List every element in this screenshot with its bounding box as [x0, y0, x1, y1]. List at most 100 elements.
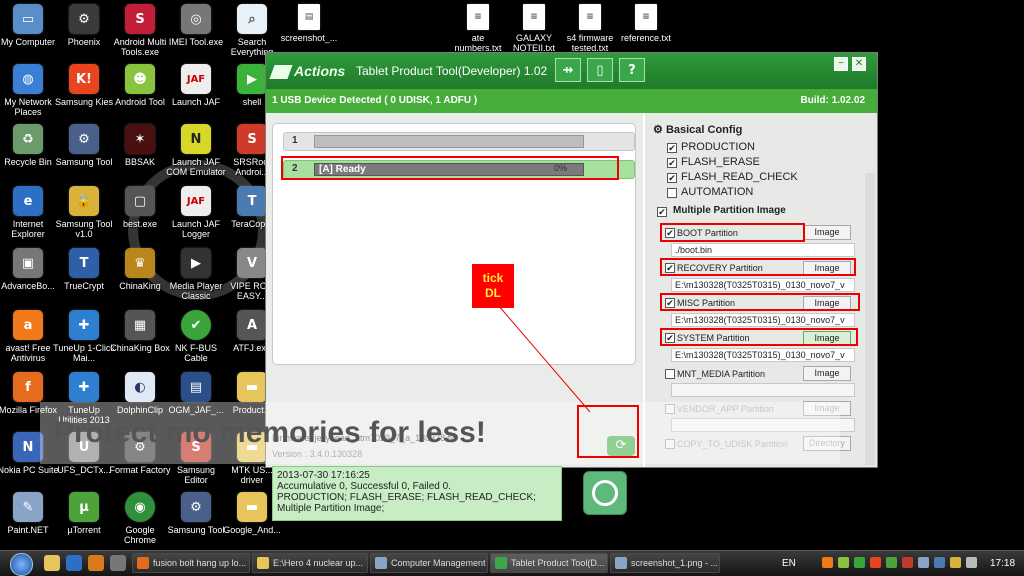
taskbar-item-computer-management[interactable]: Computer Management	[370, 553, 488, 573]
desktop-icon-samsung-tool-v1[interactable]: 🔒 Samsung Tool v1.0	[53, 186, 115, 239]
desktop-icon-media-player-classic[interactable]: ▶ Media Player Classic	[165, 248, 227, 301]
media-player-icon: ▶	[181, 248, 211, 278]
desktop-icon-utorrent[interactable]: µ µTorrent	[53, 492, 115, 535]
desktop-icon-jaf-com-emulator[interactable]: N Launch JAF COM Emulator	[165, 124, 227, 177]
desktop-file-screenshot[interactable]: ▤ screenshot_...	[278, 4, 340, 43]
desktop-icon-launch-jaf[interactable]: JAF Launch JAF	[165, 64, 227, 107]
lock-icon: 🔒	[69, 186, 99, 216]
minimize-button[interactable]: −	[834, 57, 848, 71]
multi-partition-checkbox[interactable]: ✔	[657, 207, 667, 217]
desktop-icon-my-network-places[interactable]: ◍ My Network Places	[0, 64, 59, 117]
chinaking-box-icon: ▦	[125, 310, 155, 340]
production-label: PRODUCTION	[681, 141, 755, 153]
usb-button[interactable]: ⇸	[555, 58, 581, 82]
window-titlebar[interactable]: Actions Tablet Product Tool(Developer) 1…	[266, 53, 877, 89]
internet-explorer-icon[interactable]	[66, 555, 82, 571]
taskbar-item-firefox[interactable]: fusion bolt hang up lo...	[132, 553, 250, 573]
boot-path-field[interactable]: ./boot.bin	[671, 243, 855, 257]
chinaking-icon: ♛	[125, 248, 155, 278]
desktop-icon-tuneup-1click[interactable]: ✚ TuneUp 1-Click Mai...	[53, 310, 115, 363]
desktop-file-reference[interactable]: ≡ reference.txt	[615, 4, 677, 43]
tray-icon-generic[interactable]	[902, 557, 913, 568]
tray-icon-utorrent[interactable]	[886, 557, 897, 568]
automation-checkbox[interactable]	[667, 188, 677, 198]
desktop-icon-chinaking[interactable]: ♛ ChinaKing	[109, 248, 171, 291]
taskbar-item-screenshot[interactable]: screenshot_1.png - ...	[610, 553, 720, 573]
taskbar-item-explorer[interactable]: E:\Hero 4 nuclear up...	[252, 553, 368, 573]
desktop-icon-samsung-tool[interactable]: ⚙ Samsung Tool	[53, 124, 115, 167]
desktop-icon-paint-net[interactable]: ✎ Paint.NET	[0, 492, 59, 535]
tray-icon-avast[interactable]	[822, 557, 833, 568]
vipe-icon: V	[237, 248, 267, 278]
recovery-path-field[interactable]: E:\m130328(T0325T0315)_0130_novo7_v	[671, 278, 855, 292]
desktop-icon-imei-tool[interactable]: ◎ IMEI Tool.exe	[165, 4, 227, 47]
avast-icon: a	[13, 310, 43, 340]
system-path-field[interactable]: E:\m130328(T0325T0315)_0130_novo7_v	[671, 348, 855, 362]
desktop-file-ate-numbers[interactable]: ≡ ate numbers.txt	[447, 4, 509, 53]
chrome-icon: ◉	[125, 492, 155, 522]
desktop-icon-nk-fbus[interactable]: ✔ NK F-BUS Cable	[165, 310, 227, 363]
tray-icon-android[interactable]	[838, 557, 849, 568]
desktop-icon-search-everything[interactable]: ⌕ Search Everything	[221, 4, 283, 57]
windows-explorer-icon[interactable]	[44, 555, 60, 571]
desktop-icon-avast[interactable]: a avast! Free Antivirus	[0, 310, 59, 363]
tray-icon-shield[interactable]	[854, 557, 865, 568]
document-button[interactable]: ▯	[587, 58, 613, 82]
mnt-media-image-button[interactable]: Image	[803, 366, 851, 381]
desktop-icon-samsung-kies[interactable]: K! Samsung Kies	[53, 64, 115, 107]
desktop-icon-jaf-logger[interactable]: JAF Launch JAF Logger	[165, 186, 227, 239]
computer-icon: ▭	[13, 4, 43, 34]
media-player-icon[interactable]	[88, 555, 104, 571]
mnt-media-partition-checkbox[interactable]	[665, 369, 675, 379]
boot-image-button[interactable]: Image	[803, 225, 851, 240]
tray-icon-usb[interactable]	[934, 557, 945, 568]
language-indicator[interactable]: EN	[782, 558, 796, 569]
desktop-icon-recycle-bin[interactable]: ♻ Recycle Bin	[0, 124, 59, 167]
flash-read-check-checkbox[interactable]: ✔	[667, 173, 677, 183]
tray-icon-flag[interactable]	[950, 557, 961, 568]
config-scrollbar[interactable]	[865, 173, 875, 465]
misc-path-field[interactable]: E:\m130328(T0325T0315)_0130_novo7_v	[671, 313, 855, 327]
desktop-icon-google-chrome[interactable]: ◉ Google Chrome	[109, 492, 171, 545]
desktop-icon-samsung-tool-2[interactable]: ⚙ Samsung Tool	[165, 492, 227, 535]
nokia-icon: N	[13, 432, 43, 462]
desktop-icon-best-exe[interactable]: ▢ best.exe	[109, 186, 171, 229]
computer-management-icon	[375, 557, 387, 569]
tray-icon-network[interactable]	[918, 557, 929, 568]
text-file-icon: ≡	[467, 4, 489, 30]
flash-erase-checkbox[interactable]: ✔	[667, 158, 677, 168]
desktop-file-s4-firmware[interactable]: ≡ s4 firmware tested.txt	[559, 4, 621, 53]
start-orb[interactable]	[10, 553, 33, 576]
desktop-icon-advancebo[interactable]: ▣ AdvanceBo...	[0, 248, 59, 291]
taskbar: fusion bolt hang up lo... E:\Hero 4 nucl…	[0, 550, 1024, 576]
paint-net-icon: ✎	[13, 492, 43, 522]
start-button[interactable]	[583, 471, 627, 515]
show-desktop-icon[interactable]	[110, 555, 126, 571]
system-clock[interactable]: 17:18	[990, 558, 1015, 569]
mnt-media-path-field[interactable]	[671, 383, 855, 397]
actions-logo: Actions	[269, 59, 354, 83]
desktop-icon-truecrypt[interactable]: T TrueCrypt	[53, 248, 115, 291]
tray-icon-volume[interactable]	[966, 557, 977, 568]
desktop-icon-android-tool[interactable]: ☻ Android Tool	[109, 64, 171, 107]
close-button[interactable]: ✕	[852, 57, 866, 71]
tuneup-icon: ✚	[69, 310, 99, 340]
desktop-icon-internet-explorer[interactable]: e Internet Explorer	[0, 186, 59, 239]
desktop-icon-my-computer[interactable]: ▭ My Computer	[0, 4, 59, 47]
start-icon	[592, 480, 618, 506]
atfj-icon: A	[237, 310, 267, 340]
desktop-icon-phoenix[interactable]: ⚙ Phoenix	[53, 4, 115, 47]
device-row[interactable]: 1	[283, 132, 635, 151]
desktop-icon-bbsak[interactable]: ✶ BBSAK	[109, 124, 171, 167]
watermark-banner: Protect mo memories for less!	[40, 402, 840, 464]
nk-fbus-icon: ✔	[181, 310, 211, 340]
production-checkbox[interactable]: ✔	[667, 143, 677, 153]
mnt-media-partition-label: MNT_MEDIA Partition	[677, 369, 766, 379]
desktop-icon-chinaking-box[interactable]: ▦ ChinaKing Box	[109, 310, 171, 353]
desktop-file-galaxy-note[interactable]: ≡ GALAXY NOTEII.txt	[503, 4, 565, 53]
tray-icon-kies[interactable]	[870, 557, 881, 568]
window-title: Tablet Product Tool(Developer) 1.02	[356, 64, 548, 78]
taskbar-item-tablet-product-tool[interactable]: Tablet Product Tool(D...	[490, 553, 608, 573]
help-button[interactable]: ?	[619, 58, 645, 82]
desktop-icon-android-multi-tools[interactable]: S Android Multi Tools.exe	[109, 4, 171, 57]
